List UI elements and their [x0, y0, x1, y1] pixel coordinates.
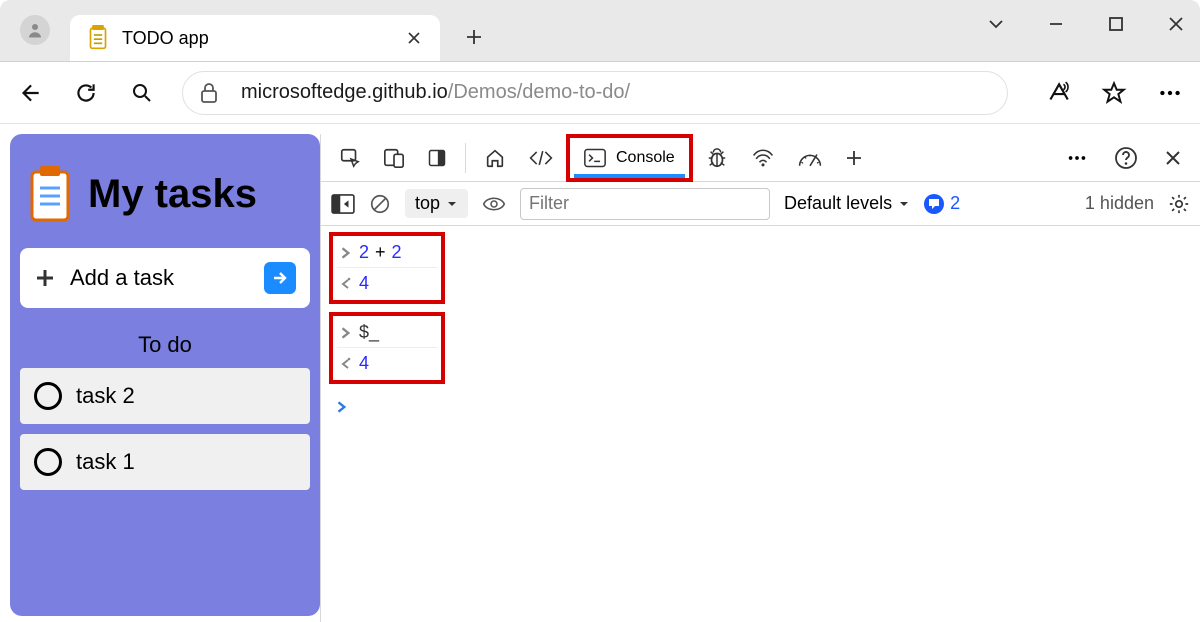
- issue-bubble-icon: [924, 194, 944, 214]
- task-checkbox-icon[interactable]: [34, 448, 62, 476]
- levels-label: Default levels: [784, 193, 892, 214]
- dock-side-icon[interactable]: [417, 138, 457, 178]
- console-settings-icon[interactable]: [1168, 193, 1190, 215]
- more-button[interactable]: [1154, 77, 1186, 109]
- issues-button[interactable]: 2: [924, 193, 960, 214]
- console-tab-label: Console: [616, 149, 675, 167]
- devtools-panel: Console top Default levels: [320, 134, 1200, 622]
- task-label: task 2: [76, 383, 135, 409]
- console-filter-input[interactable]: [520, 188, 770, 220]
- refresh-button[interactable]: [70, 77, 102, 109]
- console-input-line: $_: [337, 318, 437, 348]
- token: 4: [359, 353, 369, 374]
- console-prompt[interactable]: [329, 392, 1192, 422]
- devtools-help-icon[interactable]: [1104, 138, 1148, 178]
- plus-icon: [34, 267, 56, 289]
- welcome-tab-icon[interactable]: [474, 138, 516, 178]
- devtools-tabbar: Console: [321, 134, 1200, 182]
- live-expression-icon[interactable]: [482, 195, 506, 213]
- read-aloud-button[interactable]: [1042, 77, 1074, 109]
- token: 2: [392, 242, 402, 263]
- device-toggle-icon[interactable]: [373, 138, 415, 178]
- add-task-submit-button[interactable]: [264, 262, 296, 294]
- token: 2: [359, 242, 369, 263]
- clipboard-icon: [28, 166, 72, 222]
- token: 4: [359, 273, 369, 294]
- token: $_: [359, 322, 379, 343]
- console-tab[interactable]: Console: [570, 138, 689, 178]
- url-host: microsoftedge.github.io: [241, 81, 448, 104]
- more-tabs-icon[interactable]: [835, 138, 873, 178]
- devtools-more-icon[interactable]: [1056, 138, 1098, 178]
- inspect-element-icon[interactable]: [329, 138, 371, 178]
- tab-title: TODO app: [122, 28, 209, 49]
- browser-toolbar: microsoftedge.github.io/Demos/demo-to-do…: [0, 62, 1200, 124]
- context-label: top: [415, 193, 440, 214]
- tab-close-icon[interactable]: [406, 30, 422, 46]
- token: +: [375, 242, 386, 263]
- search-button[interactable]: [126, 77, 158, 109]
- console-body[interactable]: 2 +2 4 $_ 4: [321, 226, 1200, 622]
- task-checkbox-icon[interactable]: [34, 382, 62, 410]
- task-label: task 1: [76, 449, 135, 475]
- address-bar[interactable]: microsoftedge.github.io/Demos/demo-to-do…: [182, 71, 1008, 115]
- elements-tab-icon[interactable]: [518, 138, 564, 178]
- notepad-favicon-icon: [88, 25, 108, 51]
- window-dropdown-icon[interactable]: [982, 10, 1010, 38]
- task-item[interactable]: task 1: [20, 434, 310, 490]
- url-path: /Demos/demo-to-do/: [448, 81, 630, 104]
- content-area: My tasks Add a task To do task 2 task 1: [0, 124, 1200, 622]
- add-task-input[interactable]: Add a task: [20, 248, 310, 308]
- add-task-label: Add a task: [70, 265, 174, 291]
- console-icon: [584, 148, 606, 168]
- window-maximize-icon[interactable]: [1102, 10, 1130, 38]
- console-output-line: 4: [337, 268, 437, 298]
- issues-count: 2: [950, 193, 960, 214]
- devtools-close-icon[interactable]: [1154, 138, 1192, 178]
- log-levels-select[interactable]: Default levels: [784, 193, 910, 214]
- console-output-line: 4: [337, 348, 437, 378]
- new-tab-button[interactable]: [454, 17, 494, 57]
- section-label: To do: [20, 332, 310, 358]
- sources-bug-icon[interactable]: [695, 138, 739, 178]
- back-button[interactable]: [14, 77, 46, 109]
- task-item[interactable]: task 2: [20, 368, 310, 424]
- console-tab-highlight: Console: [566, 134, 693, 182]
- todo-page: My tasks Add a task To do task 2 task 1: [10, 134, 320, 616]
- hidden-label[interactable]: 1 hidden: [1085, 193, 1154, 214]
- context-select[interactable]: top: [405, 189, 468, 218]
- lock-icon: [199, 82, 219, 104]
- clear-console-icon[interactable]: [369, 193, 391, 215]
- browser-tab[interactable]: TODO app: [70, 15, 440, 61]
- performance-icon[interactable]: [787, 138, 833, 178]
- window-minimize-icon[interactable]: [1042, 10, 1070, 38]
- favorite-button[interactable]: [1098, 77, 1130, 109]
- window-close-icon[interactable]: [1162, 10, 1190, 38]
- console-toolbar: top Default levels 2 1 hidden: [321, 182, 1200, 226]
- profile-avatar[interactable]: [20, 15, 50, 45]
- window-controls: [982, 10, 1190, 38]
- browser-titlebar: TODO app: [0, 0, 1200, 62]
- console-group-highlight: $_ 4: [329, 312, 445, 384]
- network-icon[interactable]: [741, 138, 785, 178]
- console-group-highlight: 2 +2 4: [329, 232, 445, 304]
- page-title: My tasks: [88, 172, 257, 217]
- console-sidebar-toggle-icon[interactable]: [331, 194, 355, 214]
- console-input-line: 2 +2: [337, 238, 437, 268]
